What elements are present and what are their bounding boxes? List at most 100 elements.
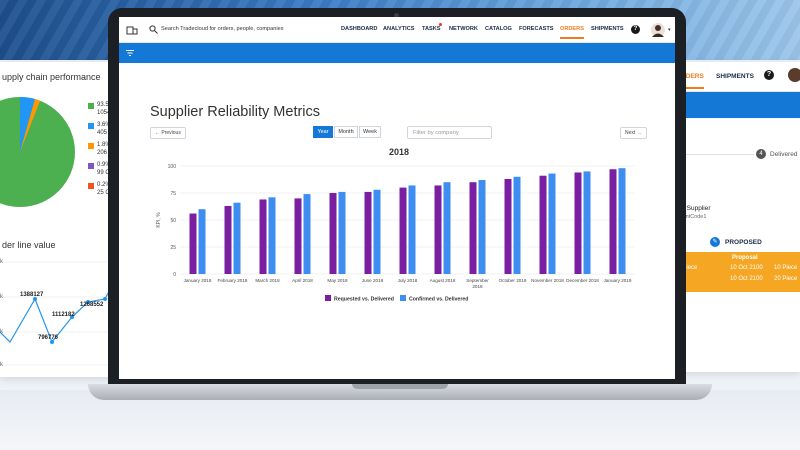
nav-dashboard[interactable]: DASHBOARD xyxy=(341,26,377,32)
y-tick-label: 25 xyxy=(170,245,176,251)
chart-title: 2018 xyxy=(389,147,409,157)
legend-swatch xyxy=(325,295,331,301)
top-nav: Search Tradecloud for orders, people, co… xyxy=(119,17,675,43)
nav-shipments[interactable]: SHIPMENTS xyxy=(591,26,624,32)
sub-toolbar xyxy=(119,43,675,63)
y-axis-label: k xyxy=(0,294,3,300)
bar-confirmed xyxy=(373,189,381,274)
bar-requested xyxy=(609,169,617,274)
x-tick-label: 2018 xyxy=(472,284,483,289)
nav-network[interactable]: NETWORK xyxy=(449,26,478,32)
period-year[interactable]: Year xyxy=(313,126,333,138)
bar-requested xyxy=(294,198,302,274)
right-nav-shipments[interactable]: SHIPMENTS xyxy=(716,73,754,80)
page-title: Supplier Reliability Metrics xyxy=(150,104,321,120)
bar-confirmed xyxy=(338,191,346,274)
filter-icon[interactable] xyxy=(126,50,134,56)
bar-requested xyxy=(329,193,337,274)
right-nav: ORDERS SHIPMENTS ? xyxy=(668,62,800,92)
line-point-label: 1388127 xyxy=(20,292,44,298)
y-axis-label: k xyxy=(0,329,3,335)
bar-confirmed xyxy=(618,168,626,274)
bar-requested xyxy=(224,205,232,274)
status-label: PROPOSED xyxy=(725,239,762,246)
legend-swatch xyxy=(88,103,94,109)
proposal-cell: 10 Oct 2100 xyxy=(730,276,763,282)
proposal-cell: 20 Piece xyxy=(774,276,798,282)
line-point-label: 1268552 xyxy=(80,302,104,308)
x-tick-label: March 2018 xyxy=(255,278,280,283)
x-tick-label: April 2018 xyxy=(292,278,313,283)
proposal-header: Proposal xyxy=(732,255,758,261)
bar-confirmed xyxy=(513,176,521,274)
search-icon xyxy=(149,25,158,34)
nav-forecasts[interactable]: FORECASTS xyxy=(519,26,554,32)
nav-orders[interactable]: ORDERS xyxy=(560,26,584,39)
legend-swatch xyxy=(88,183,94,189)
next-button[interactable]: Next → xyxy=(620,127,647,139)
left-dashboard-panel: upply chain performance 93.5% O105433.6%… xyxy=(0,62,125,377)
right-blue-bar xyxy=(668,92,800,118)
help-icon[interactable]: ? xyxy=(764,70,774,80)
period-week[interactable]: Week xyxy=(359,126,381,138)
bar-requested xyxy=(399,187,407,274)
legend-label: Confirmed vs. Delivered xyxy=(409,297,468,303)
line-series xyxy=(0,266,123,344)
period-toggle: Year Month Week xyxy=(313,126,381,139)
bar-confirmed xyxy=(303,194,311,274)
x-tick-label: May 2018 xyxy=(327,278,348,283)
bar-confirmed xyxy=(233,202,241,274)
bar-confirmed xyxy=(268,197,276,274)
avatar[interactable] xyxy=(651,22,665,38)
y-axis-label: k xyxy=(0,362,3,368)
laptop-notch xyxy=(352,384,448,389)
step-label: Delivered xyxy=(770,151,798,158)
step-circle: 4 xyxy=(756,149,766,159)
line-point-label: 796776 xyxy=(38,335,59,341)
avatar[interactable] xyxy=(788,68,800,82)
y-tick-label: 0 xyxy=(173,272,176,278)
legend-swatch xyxy=(88,143,94,149)
legend-label: Requested vs. Delivered xyxy=(334,297,394,303)
y-axis-label: KPI, % xyxy=(156,212,162,228)
nav-catalog[interactable]: CATALOG xyxy=(485,26,512,32)
bar-confirmed xyxy=(443,182,451,274)
x-tick-label: February 2018 xyxy=(218,278,248,283)
line-chart-title: der line value xyxy=(2,240,56,250)
bar-requested xyxy=(574,172,582,274)
bar-confirmed xyxy=(548,173,556,274)
y-tick-label: 50 xyxy=(170,218,176,224)
pencil-icon: ✎ xyxy=(710,237,720,247)
bar-confirmed xyxy=(408,185,416,274)
legend-swatch xyxy=(400,295,406,301)
y-tick-label: 100 xyxy=(168,164,177,170)
bar-requested xyxy=(504,178,512,274)
bar-confirmed xyxy=(478,180,486,274)
nav-analytics[interactable]: ANALYTICS xyxy=(383,26,415,32)
company-filter-input[interactable]: Filter by company xyxy=(407,126,492,139)
bar-confirmed xyxy=(583,171,591,274)
nav-tasks[interactable]: TASKS xyxy=(422,26,441,32)
period-month[interactable]: Month xyxy=(334,126,358,138)
x-tick-label: November 2018 xyxy=(531,278,564,283)
bar-requested xyxy=(189,213,197,274)
bar-requested xyxy=(469,182,477,274)
x-tick-label: July 2018 xyxy=(398,278,418,283)
pie-slice-green xyxy=(0,97,75,207)
line-point-label: 1112182 xyxy=(52,312,75,318)
building-icon[interactable] xyxy=(126,25,138,35)
x-tick-label: January 2019 xyxy=(604,278,632,283)
legend-swatch xyxy=(88,163,94,169)
reliability-bar-chart: 2018 0 25 50 75 100 KPI, % January 2018 February… xyxy=(156,147,635,303)
search-input[interactable]: Search Tradecloud for orders, people, co… xyxy=(161,26,284,32)
proposal-table: Proposal 10 Piece 10 Oct 2100 10 Piece 1… xyxy=(668,252,800,292)
bar-confirmed xyxy=(198,209,206,274)
chevron-down-icon[interactable]: ▾ xyxy=(668,27,671,33)
help-icon[interactable]: ? xyxy=(631,25,640,34)
x-tick-label: January 2018 xyxy=(184,278,212,283)
line-point xyxy=(103,297,107,301)
previous-button[interactable]: ← Previous xyxy=(150,127,186,139)
x-tick-label: October 2018 xyxy=(499,278,527,283)
bar-requested xyxy=(539,175,547,274)
y-tick-label: 75 xyxy=(170,191,176,197)
